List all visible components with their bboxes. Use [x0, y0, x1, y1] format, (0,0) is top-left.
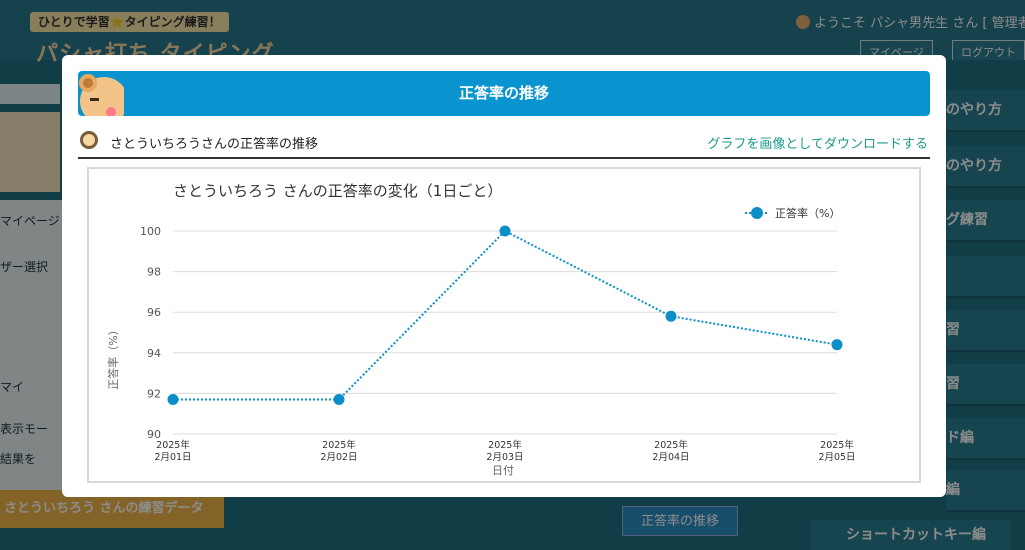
y-tick-label: 92 [147, 387, 161, 400]
x-tick-label: 2月03日 [486, 452, 523, 463]
x-tick-label: 2月01日 [154, 452, 191, 463]
series-line [173, 229, 838, 401]
x-tick-label: 2025年 [820, 439, 854, 451]
data-point [831, 339, 843, 351]
legend-label: 正答率（%） [775, 206, 840, 220]
line-chart: さとういちろう さんの正答率の変化（1日ごと） 9092949698100 20… [106, 182, 856, 477]
x-tick-label: 2025年 [488, 439, 522, 451]
y-tick-label: 100 [140, 225, 161, 238]
accuracy-trend-modal: 正答率の推移 さとういちろうさんの正答率の推移 グラフを画像としてダウンロードす… [62, 55, 946, 497]
x-tick-label: 2025年 [322, 439, 356, 451]
y-tick-label: 98 [147, 266, 161, 279]
y-tick-label: 96 [147, 306, 161, 319]
x-tick-label: 2025年 [156, 439, 190, 451]
data-point [167, 393, 179, 405]
chart-container: さとういちろう さんの正答率の変化（1日ごと） 90 92 94 96 98 100 20… [87, 167, 921, 483]
chart-subtitle: さとういちろうさんの正答率の推移 [110, 137, 319, 152]
chart-subheader: さとういちろうさんの正答率の推移 グラフを画像としてダウンロードする [78, 131, 930, 159]
data-point [665, 310, 677, 322]
modal-title: 正答率の推移 [78, 71, 930, 116]
x-axis-label: 日付 [492, 464, 514, 477]
x-tick-label: 2025年 [654, 439, 688, 451]
chart-title: さとういちろう さんの正答率の変化（1日ごと） [173, 182, 502, 200]
x-tick-label: 2月04日 [652, 452, 689, 463]
x-tick-label: 2月02日 [320, 452, 357, 463]
x-tick-label: 2月05日 [818, 452, 855, 463]
data-point [499, 225, 511, 237]
legend-marker [751, 207, 763, 219]
data-point [333, 393, 345, 405]
chart-legend: 正答率（%） [745, 206, 840, 220]
coin-icon [80, 131, 98, 149]
y-axis-label: 正答率（%） [106, 324, 120, 389]
download-chart-link[interactable]: グラフを画像としてダウンロードする [707, 133, 928, 152]
y-tick-label: 94 [147, 347, 161, 360]
bear-icon [78, 71, 124, 116]
